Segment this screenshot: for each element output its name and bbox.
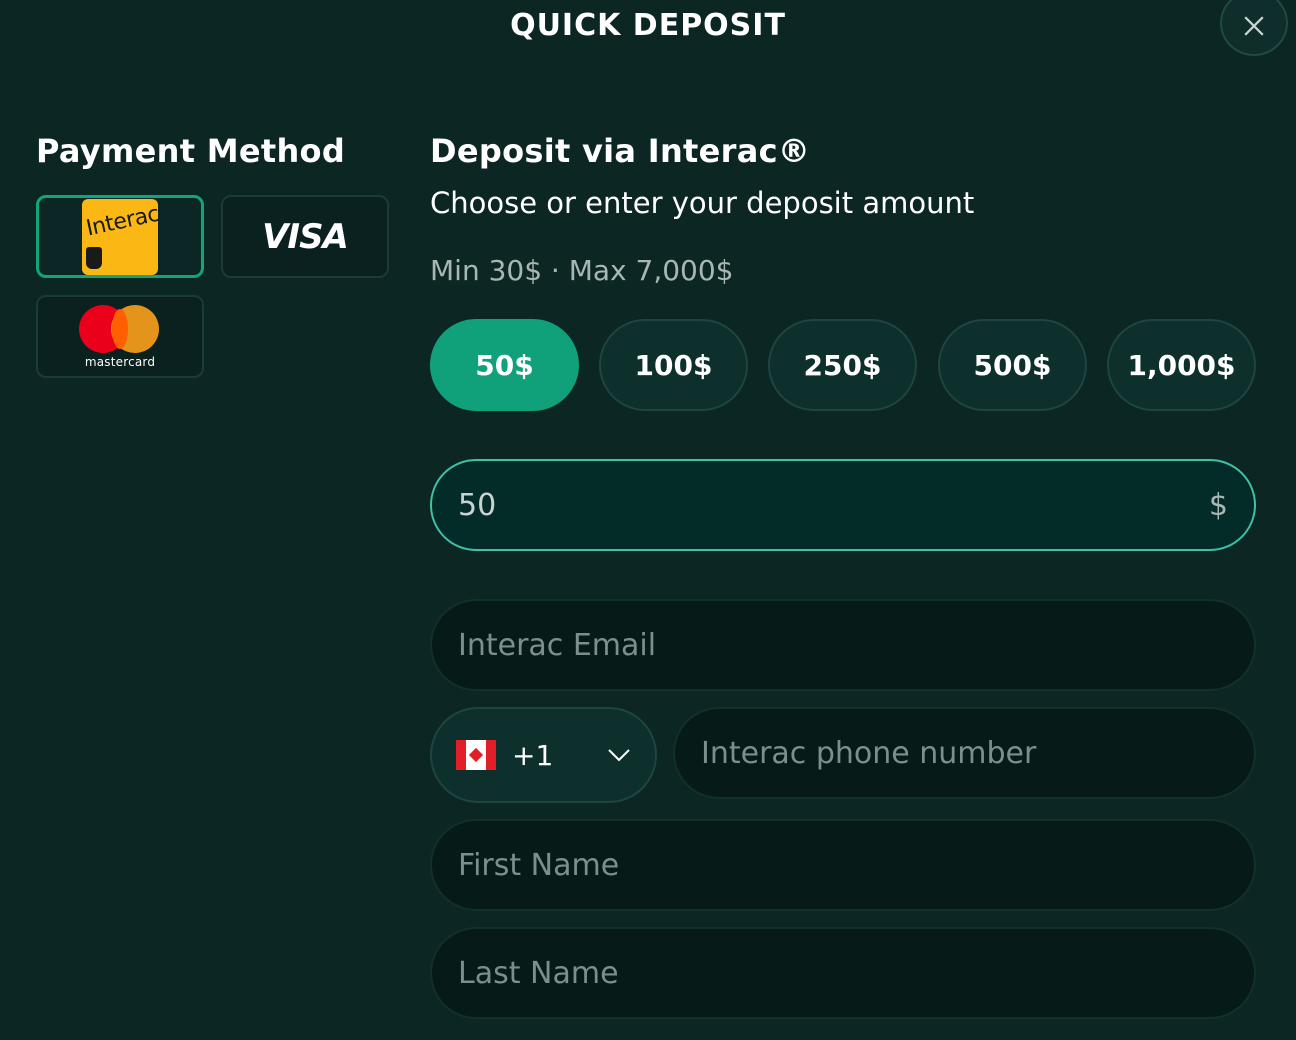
- first-name-field[interactable]: First Name: [430, 819, 1256, 911]
- interac-phone-placeholder: Interac phone number: [701, 735, 1037, 771]
- country-code-select[interactable]: +1: [430, 707, 657, 803]
- interac-email-field[interactable]: Interac Email: [430, 599, 1256, 691]
- amount-button-100[interactable]: 100$: [599, 319, 748, 411]
- amount-button-1000[interactable]: 1,000$: [1107, 319, 1256, 411]
- mastercard-logo: mastercard: [79, 304, 161, 369]
- visa-logo: VISA: [262, 216, 349, 257]
- last-name-field[interactable]: Last Name: [430, 927, 1256, 1019]
- canada-flag-icon: [456, 740, 496, 770]
- interac-phone-field[interactable]: Interac phone number: [673, 707, 1256, 799]
- payment-option-visa[interactable]: VISA: [221, 195, 389, 278]
- mastercard-logo-text: mastercard: [84, 354, 156, 369]
- chevron-down-icon: [608, 749, 630, 762]
- amount-button-500[interactable]: 500$: [938, 319, 1087, 411]
- amount-input-value: 50: [458, 487, 497, 523]
- last-name-placeholder: Last Name: [458, 955, 619, 991]
- close-button[interactable]: [1220, 0, 1288, 56]
- currency-symbol: $: [1208, 487, 1228, 523]
- amount-button-250[interactable]: 250$: [768, 319, 917, 411]
- amount-button-50[interactable]: 50$: [430, 319, 579, 411]
- interac-logo-text: Interac: [84, 201, 158, 241]
- amount-input[interactable]: 50 $: [430, 459, 1256, 551]
- payment-method-heading: Payment Method: [36, 132, 346, 170]
- payment-option-interac[interactable]: Interac: [36, 195, 204, 278]
- mastercard-circles-icon: [79, 304, 161, 353]
- close-icon: [1244, 16, 1264, 36]
- deposit-subtitle: Choose or enter your deposit amount: [430, 186, 975, 220]
- deposit-limits: Min 30$ · Max 7,000$: [430, 254, 734, 287]
- country-dial-code: +1: [512, 738, 554, 772]
- interac-hand-icon: [86, 246, 102, 269]
- interac-logo: Interac: [82, 198, 158, 275]
- payment-option-mastercard[interactable]: mastercard: [36, 295, 204, 378]
- deposit-heading: Deposit via Interac®: [430, 132, 811, 170]
- interac-email-placeholder: Interac Email: [458, 627, 657, 663]
- first-name-placeholder: First Name: [458, 847, 620, 883]
- modal-title: QUICK DEPOSIT: [510, 8, 786, 43]
